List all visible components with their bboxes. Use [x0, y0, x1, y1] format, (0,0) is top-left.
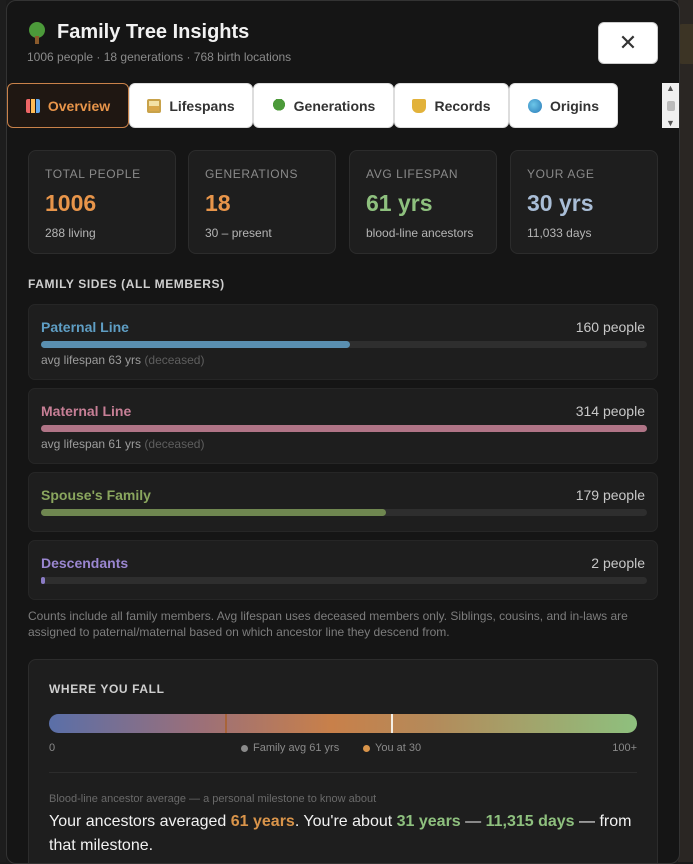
background-page: [678, 0, 693, 862]
side-avg: avg lifespan 61 yrs (deceased): [41, 437, 205, 451]
tab-label: Lifespans: [169, 97, 235, 114]
stat-card-generations: GENERATIONS 18 30 – present: [188, 150, 336, 254]
modal-subtitle: 1006 people · 18 generations · 768 birth…: [27, 50, 292, 64]
close-button[interactable]: ✕: [598, 22, 658, 64]
side-card-paternal: Paternal Line 160 people avg lifespan 63…: [28, 304, 658, 380]
family-avg-marker: [390, 714, 393, 733]
stat-value: 18: [205, 190, 231, 216]
side-name: Spouse's Family: [41, 487, 151, 503]
side-count: 179 people: [575, 487, 645, 503]
you-marker: [225, 714, 228, 733]
tab-label: Records: [434, 97, 491, 114]
side-bar-track: [41, 577, 647, 584]
family-sides-note: Counts include all family members. Avg l…: [28, 609, 628, 639]
tree-icon: [271, 98, 286, 113]
tab-label: Origins: [549, 97, 599, 114]
where-you-fall-title: WHERE YOU FALL: [49, 682, 165, 696]
background-button-fragment: [678, 24, 693, 64]
tab-origins[interactable]: Origins: [509, 83, 618, 128]
side-bar-fill: [41, 341, 351, 348]
side-bar-track: [41, 341, 647, 348]
side-avg: avg lifespan 63 yrs (deceased): [41, 353, 205, 367]
stat-card-avg-lifespan: AVG LIFESPAN 61 yrs blood-line ancestors: [349, 150, 497, 254]
tab-label: Overview: [47, 97, 111, 114]
trophy-icon: [412, 98, 427, 113]
scroll-up-icon[interactable]: ▲: [666, 83, 675, 93]
stat-sub: 288 living: [45, 226, 96, 240]
side-count: 160 people: [575, 319, 645, 335]
tab-scrollbar[interactable]: ▲ ▼: [662, 83, 679, 128]
side-name: Descendants: [41, 555, 129, 571]
tree-icon: [27, 21, 47, 44]
stat-label: GENERATIONS: [205, 167, 299, 181]
milestone-caption: Blood-line ancestor average — a personal…: [49, 793, 377, 805]
side-count: 2 people: [591, 555, 645, 571]
side-bar-fill: [41, 425, 647, 432]
side-bar-fill: [41, 577, 45, 584]
side-name: Maternal Line: [41, 403, 132, 419]
stat-value: 30 yrs: [527, 190, 594, 216]
milestone-text: Your ancestors averaged 61 years. You're…: [49, 813, 632, 854]
stat-label: TOTAL PEOPLE: [45, 167, 141, 181]
side-bar-track: [41, 425, 647, 432]
legend-dot: [241, 744, 248, 752]
family-sides-heading: FAMILY SIDES (ALL MEMBERS): [28, 277, 225, 291]
legend-dot: [363, 744, 370, 752]
title-text: Family Tree Insights: [57, 21, 250, 43]
scale-max-label: 100+: [612, 742, 637, 754]
stat-value: 1006: [45, 190, 97, 216]
modal-header: Family Tree Insights 1006 people · 18 ge…: [27, 21, 291, 64]
stat-sub: blood-line ancestors: [366, 226, 474, 240]
stat-card-total-people: TOTAL PEOPLE 1006 288 living: [28, 150, 176, 254]
tab-generations[interactable]: Generations: [253, 83, 394, 128]
tab-bar: Overview Lifespans Generations Records O…: [7, 82, 679, 130]
side-card-maternal: Maternal Line 314 people avg lifespan 61…: [28, 388, 658, 464]
side-bar-fill: [41, 509, 387, 516]
side-count: 314 people: [575, 403, 645, 419]
side-card-descendants: Descendants 2 people: [28, 540, 658, 600]
stat-sub: 11,033 days: [527, 226, 592, 240]
side-bar-track: [41, 509, 647, 516]
tab-overview[interactable]: Overview: [7, 83, 129, 128]
stat-value: 61 yrs: [366, 190, 433, 216]
stat-card-your-age: YOUR AGE 30 yrs 11,033 days: [510, 150, 658, 254]
modal-title: Family Tree Insights: [27, 21, 291, 44]
tab-lifespans[interactable]: Lifespans: [129, 83, 253, 128]
stat-sub: 30 – present: [205, 226, 272, 240]
scroll-down-icon[interactable]: ▼: [666, 118, 675, 128]
chart-icon: [25, 98, 40, 113]
scroll-thumb[interactable]: [666, 100, 675, 111]
divider: [49, 772, 637, 773]
insights-modal: Family Tree Insights 1006 people · 18 ge…: [6, 0, 680, 864]
scale-min-label: 0: [49, 742, 56, 754]
age-gradient-bar: [49, 714, 637, 733]
side-card-spouse: Spouse's Family 179 people: [28, 472, 658, 532]
side-name: Paternal Line: [41, 319, 129, 335]
legend-you: You at 30: [363, 742, 421, 754]
stat-label: YOUR AGE: [527, 167, 595, 181]
legend-family-avg: Family avg 61 yrs: [241, 742, 339, 754]
where-you-fall-card: WHERE YOU FALL 0 Family avg 61 yrs You a…: [28, 659, 658, 863]
hourglass-icon: [147, 98, 162, 113]
tab-records[interactable]: Records: [394, 83, 509, 128]
globe-icon: [527, 98, 542, 113]
tab-label: Generations: [293, 97, 376, 114]
stat-label: AVG LIFESPAN: [366, 167, 459, 181]
close-icon: ✕: [618, 30, 638, 55]
